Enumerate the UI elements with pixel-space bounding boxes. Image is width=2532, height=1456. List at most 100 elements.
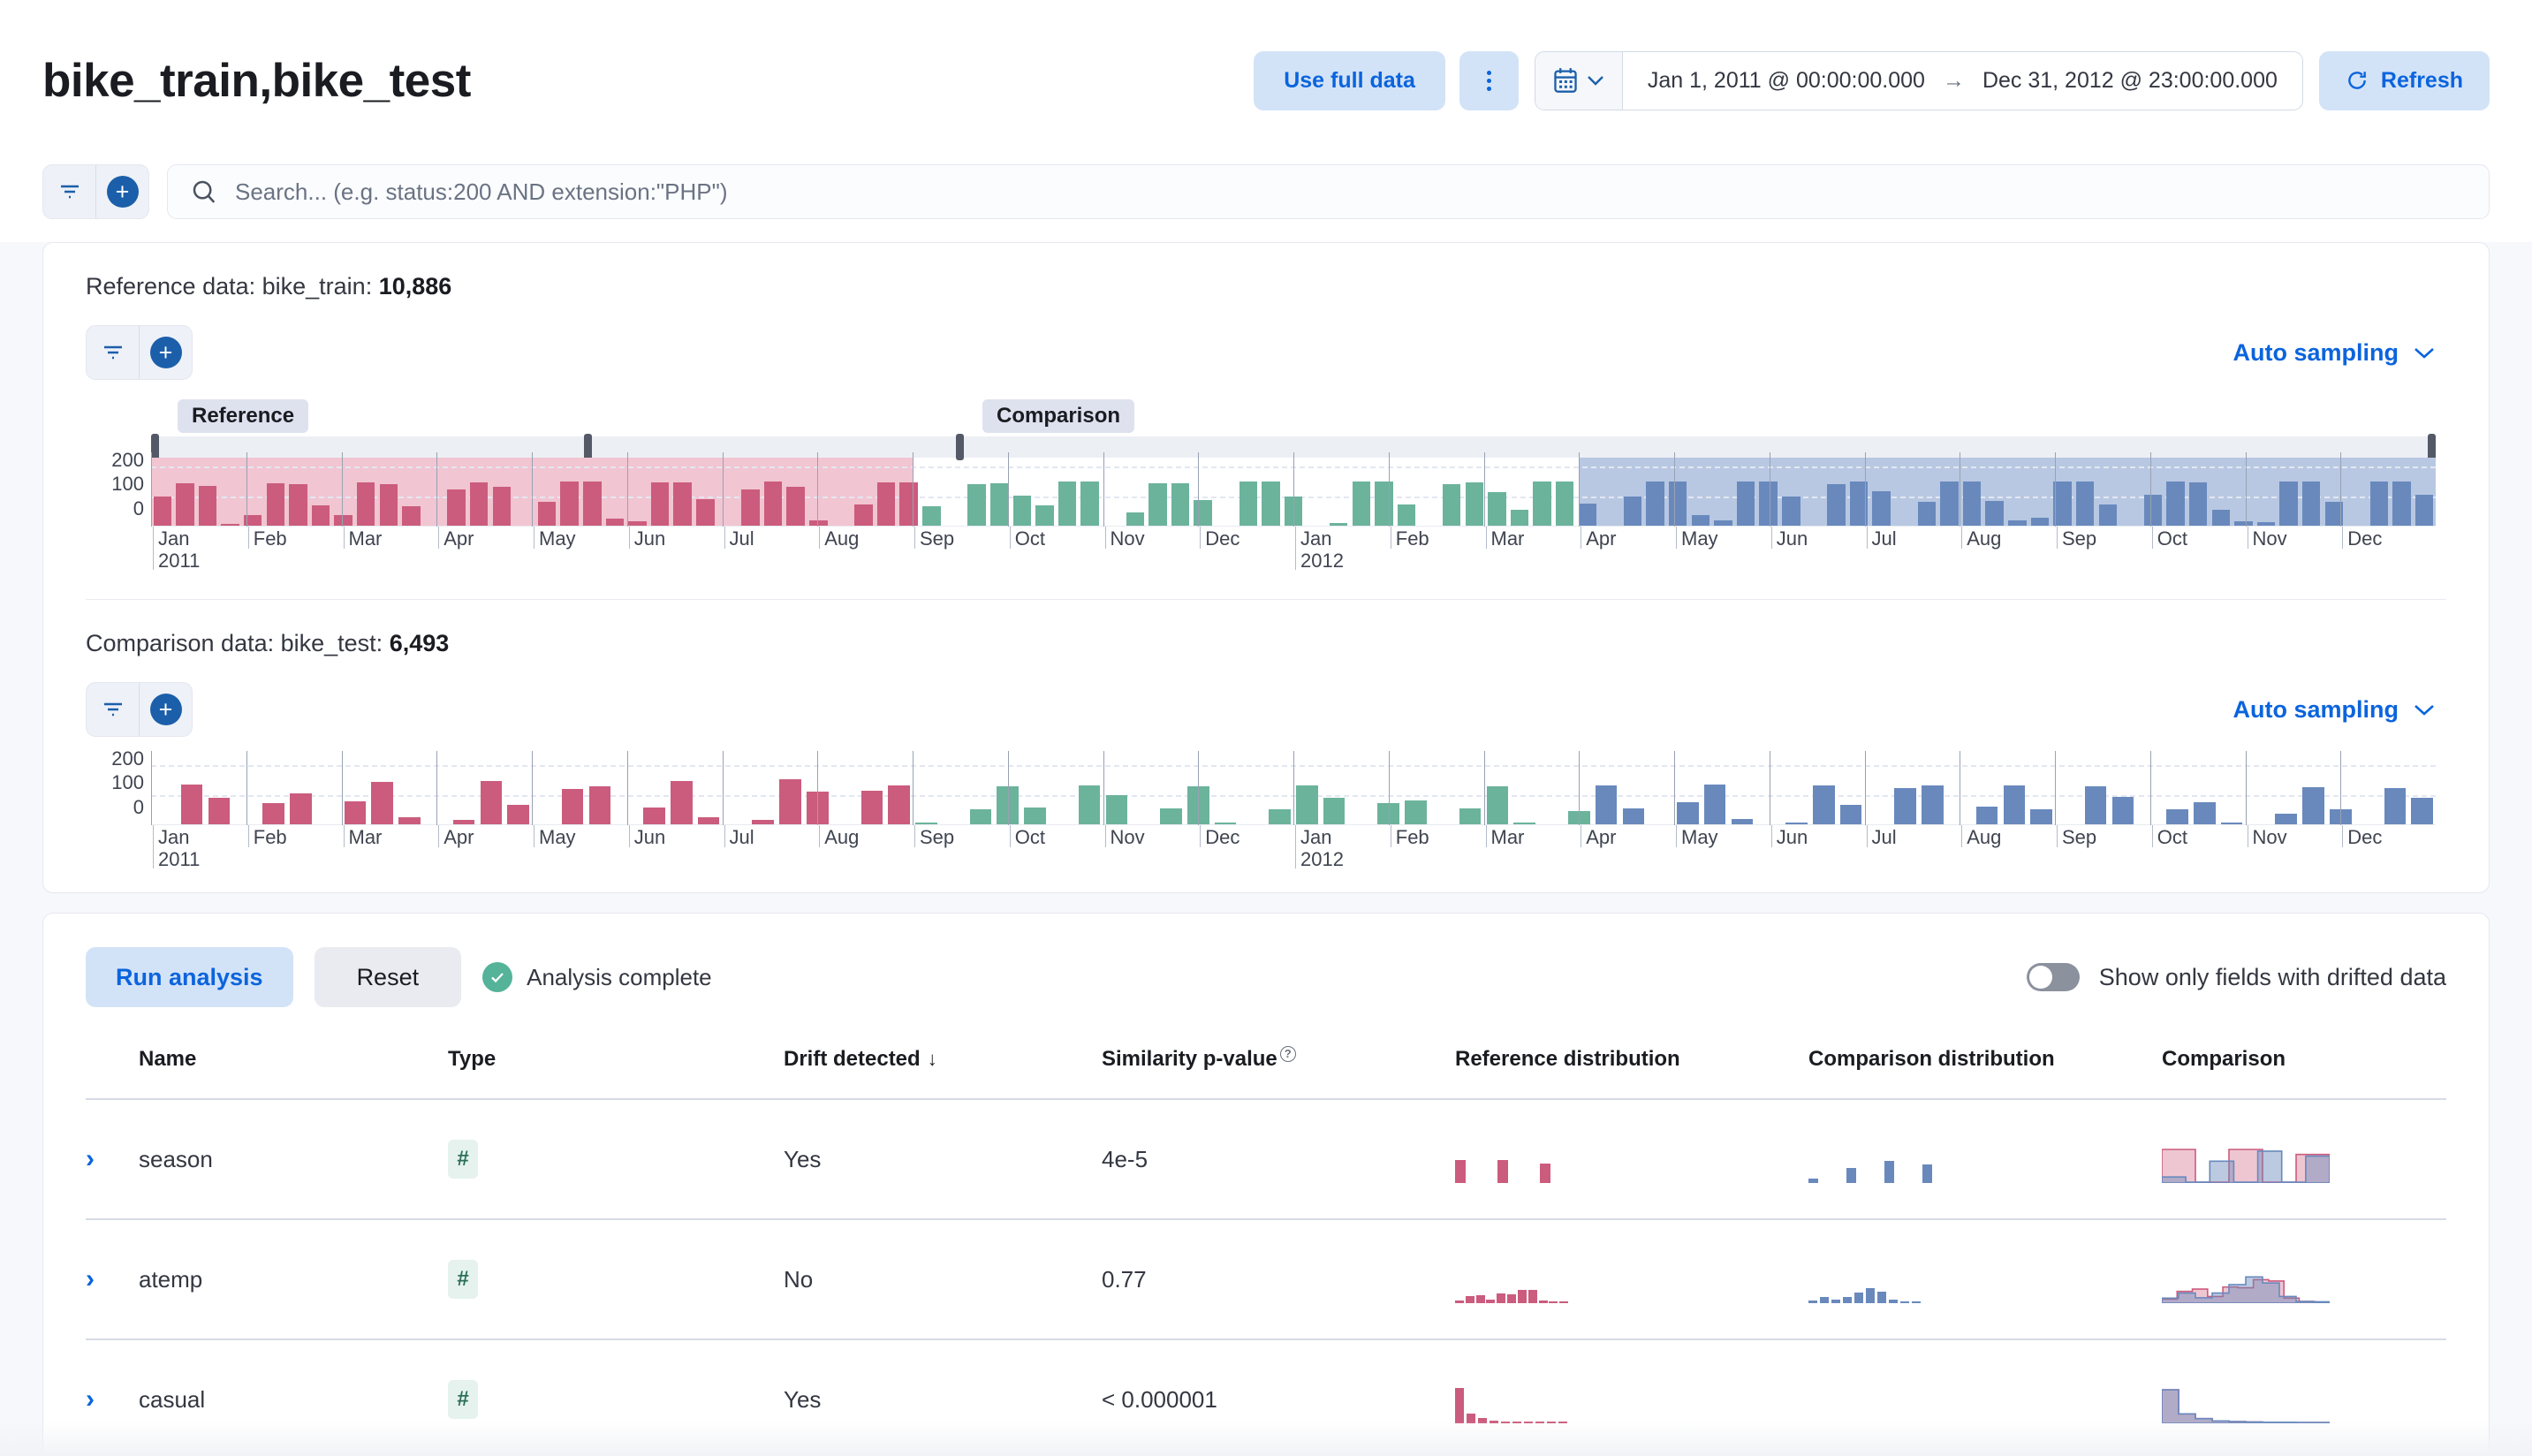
month-tick xyxy=(627,452,628,527)
column-header-type[interactable]: Type xyxy=(448,1032,784,1099)
x-axis-label: Nov xyxy=(2253,528,2287,550)
comparison-add-filter-button[interactable]: + xyxy=(140,683,192,736)
use-full-data-button[interactable]: Use full data xyxy=(1254,51,1445,110)
search-bar[interactable] xyxy=(167,164,2490,219)
chevron-right-icon[interactable]: › xyxy=(86,1266,95,1293)
brush-handle-cmp-start[interactable] xyxy=(956,434,964,460)
drift-table: Name Type Drift detected ↓ Similarity p-v… xyxy=(86,1032,2446,1456)
month-tick xyxy=(723,452,724,527)
reference-add-filter-button[interactable]: + xyxy=(140,326,192,379)
calendar-dropdown-button[interactable] xyxy=(1535,52,1623,110)
month-tick xyxy=(1198,751,1199,825)
x-axis-label: Feb xyxy=(254,528,287,550)
month-tick xyxy=(1674,452,1675,527)
refresh-button[interactable]: Refresh xyxy=(2319,51,2490,110)
month-tick xyxy=(1389,452,1390,527)
x-axis-label: Dec xyxy=(1205,827,1239,849)
chevron-right-icon[interactable]: › xyxy=(86,1386,95,1413)
month-tick xyxy=(342,751,343,825)
help-icon[interactable]: ? xyxy=(1280,1046,1296,1062)
sparkline-bar xyxy=(1528,1290,1537,1303)
x-axis-label: Apr xyxy=(443,827,474,849)
drift-detected-cell: Yes xyxy=(784,1099,1102,1219)
comparison-distribution-cell xyxy=(1808,1219,2162,1339)
comparison-x-axis: Jan2011FebMarAprMayJunJulAugSepOctNovDec… xyxy=(151,825,2436,875)
chevron-right-icon[interactable]: › xyxy=(86,1146,95,1172)
panel-divider xyxy=(86,599,2446,600)
y-tick-0: 0 xyxy=(133,796,144,819)
y-tick-200: 200 xyxy=(111,747,144,770)
comparison-histogram-plot[interactable]: 200 100 0 xyxy=(151,756,2436,825)
sparkline-bar xyxy=(1559,1301,1568,1303)
x-axis-label: Nov xyxy=(1111,528,1145,550)
drifted-only-switch[interactable] xyxy=(2027,963,2080,991)
sparkline-bar xyxy=(1497,1160,1508,1183)
sparkline-bar xyxy=(1808,1179,1818,1183)
add-filter-button[interactable]: + xyxy=(96,165,148,218)
sparkline-bar xyxy=(1820,1297,1829,1303)
column-header-drift-label: Drift detected xyxy=(784,1047,921,1071)
drifted-only-toggle-row[interactable]: Show only fields with drifted data xyxy=(2027,963,2446,991)
sparkline-bar xyxy=(1912,1301,1921,1303)
x-axis-label: Apr xyxy=(443,528,474,550)
chevron-down-icon xyxy=(2413,702,2436,717)
expand-cell[interactable]: › xyxy=(86,1219,139,1339)
brush-handle-ref-start[interactable] xyxy=(151,434,159,460)
expand-cell[interactable]: › xyxy=(86,1099,139,1219)
filter-options-button[interactable] xyxy=(43,165,95,218)
data-panel-inner: Reference data: bike_train: 10,886 + xyxy=(43,243,2489,892)
month-tick xyxy=(1008,452,1009,527)
calendar-icon xyxy=(1553,67,1578,94)
brush-handle-ref-end[interactable] xyxy=(584,434,592,460)
x-axis-label: Oct xyxy=(1015,528,1045,550)
table-row[interactable]: › season # Yes 4e-5 xyxy=(86,1099,2446,1219)
query-bar: + xyxy=(0,161,2532,242)
month-tick xyxy=(1389,751,1390,825)
reference-auto-sampling-dropdown[interactable]: Auto sampling xyxy=(2233,339,2447,367)
sparkline-bar xyxy=(1854,1293,1863,1303)
comparison-auto-sampling-dropdown[interactable]: Auto sampling xyxy=(2233,696,2447,724)
month-tick xyxy=(2150,452,2151,527)
expand-cell[interactable]: › xyxy=(86,1339,139,1456)
x-axis-label: Jan2012 xyxy=(1300,528,1344,572)
sparkline-bar xyxy=(1512,1422,1521,1423)
month-tick xyxy=(2150,751,2151,825)
sparkline-bar xyxy=(1535,1422,1544,1423)
reset-button[interactable]: Reset xyxy=(315,947,462,1007)
run-analysis-button[interactable]: Run analysis xyxy=(86,947,293,1007)
sparkline-bar xyxy=(1549,1301,1558,1303)
search-input[interactable] xyxy=(235,178,2466,206)
reference-brush-row[interactable]: Reference Comparison xyxy=(151,399,2446,458)
brush-reference-label[interactable]: Reference xyxy=(178,399,308,433)
analysis-panel-inner: Run analysis Reset Analysis complete Sho… xyxy=(43,914,2489,1456)
more-options-button[interactable] xyxy=(1459,51,1519,110)
sparkline-bar xyxy=(1884,1161,1894,1183)
table-row[interactable]: › atemp # No 0.77 xyxy=(86,1219,2446,1339)
reference-filter-options-button[interactable] xyxy=(87,326,139,379)
comparison-filter-options-button[interactable] xyxy=(87,683,139,736)
overlay-svg xyxy=(2162,1146,2330,1183)
reference-sparkline xyxy=(1455,1255,1702,1303)
x-axis-label: Oct xyxy=(2157,528,2187,550)
reference-filter-group: + xyxy=(86,325,193,380)
drifted-only-label: Show only fields with drifted data xyxy=(2099,964,2446,991)
sparkline-bar xyxy=(1831,1300,1840,1303)
y-tick-100: 100 xyxy=(111,473,144,496)
reference-sparkline xyxy=(1455,1135,1702,1183)
table-row[interactable]: › casual # Yes < 0.000001 xyxy=(86,1339,2446,1456)
brush-comparison-label[interactable]: Comparison xyxy=(982,399,1134,433)
sort-descending-icon: ↓ xyxy=(928,1048,937,1070)
column-header-drift-detected[interactable]: Drift detected ↓ xyxy=(784,1032,1102,1099)
field-name-cell: atemp xyxy=(139,1219,448,1339)
date-start[interactable]: Jan 1, 2011 @ 00:00:00.000 xyxy=(1648,68,1925,94)
reference-histogram-plot[interactable]: 200 100 0 xyxy=(151,458,2436,527)
column-header-name[interactable]: Name xyxy=(139,1032,448,1099)
date-end[interactable]: Dec 31, 2012 @ 23:00:00.000 xyxy=(1982,68,2278,94)
comparison-data-count: 6,493 xyxy=(390,630,450,656)
column-header-similarity-pvalue[interactable]: Similarity p-value? xyxy=(1102,1032,1455,1099)
date-range-picker[interactable]: Jan 1, 2011 @ 00:00:00.000 → Dec 31, 201… xyxy=(1535,51,2303,110)
brush-handle-cmp-end[interactable] xyxy=(2428,434,2436,460)
comparison-data-title: Comparison data: bike_test: 6,493 xyxy=(86,630,2446,657)
date-range-display[interactable]: Jan 1, 2011 @ 00:00:00.000 → Dec 31, 201… xyxy=(1623,68,2302,94)
month-tick xyxy=(342,452,343,527)
